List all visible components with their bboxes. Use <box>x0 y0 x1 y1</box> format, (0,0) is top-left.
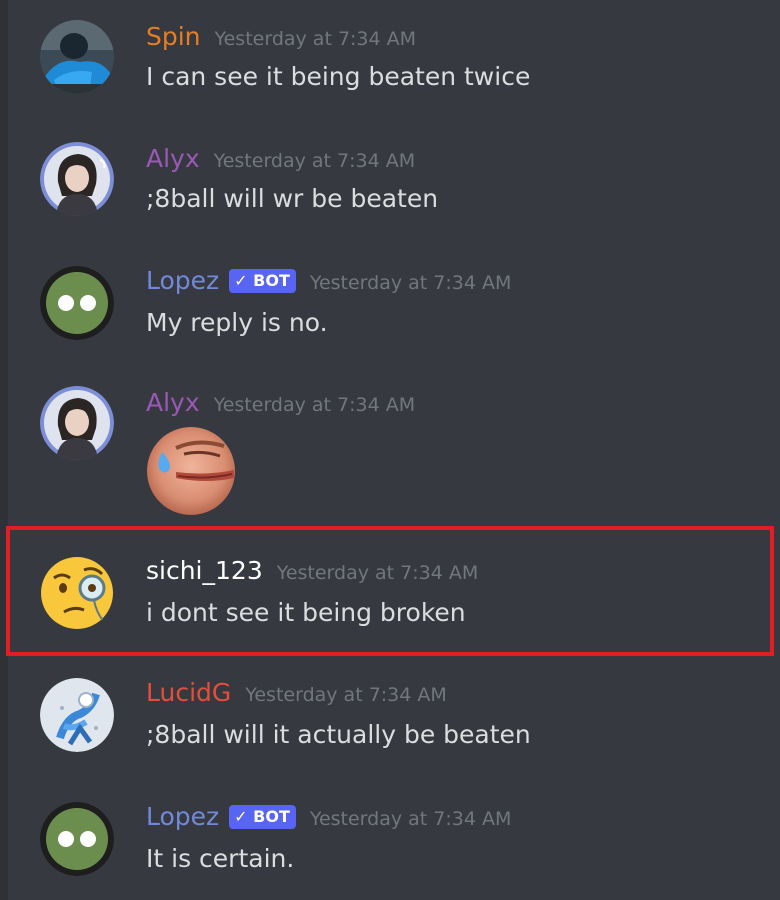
highlight-box <box>6 526 774 656</box>
lopez-bot-avatar-icon[interactable] <box>40 266 114 340</box>
message-text: I can see it being beaten twice <box>146 62 531 91</box>
alyx-avatar-icon[interactable] <box>40 386 114 460</box>
chat-message: Lopez ✓ BOT Yesterday at 7:34 AM My reply … <box>0 258 780 358</box>
lopez-bot-avatar-icon[interactable] <box>40 802 114 876</box>
username[interactable]: LucidG <box>146 678 231 707</box>
chat-message-list: Spin Yesterday at 7:34 AM I can see it be… <box>0 0 780 900</box>
lucidg-avatar-icon[interactable] <box>40 678 114 752</box>
username[interactable]: Lopez <box>146 802 219 831</box>
username[interactable]: Alyx <box>146 144 200 173</box>
timestamp: Yesterday at 7:34 AM <box>309 808 512 830</box>
message-header: Alyx Yesterday at 7:34 AM <box>146 388 415 417</box>
timestamp: Yesterday at 7:34 AM <box>213 394 416 416</box>
message-header: LucidG Yesterday at 7:34 AM <box>146 678 447 707</box>
message-header: Lopez ✓ BOT Yesterday at 7:34 AM <box>146 266 511 295</box>
message-header: Alyx Yesterday at 7:34 AM <box>146 144 415 173</box>
chat-message: Alyx Yesterday at 7:34 AM ;8ball will wr … <box>0 136 780 236</box>
chat-message: Lopez ✓ BOT Yesterday at 7:34 AM It is cer… <box>0 794 780 894</box>
timestamp: Yesterday at 7:34 AM <box>309 272 512 294</box>
username[interactable]: Alyx <box>146 388 200 417</box>
spin-avatar-icon[interactable] <box>40 20 114 94</box>
timestamp: Yesterday at 7:34 AM <box>245 684 447 706</box>
sweating-face-emoji-icon[interactable] <box>146 426 236 516</box>
chat-message: Alyx Yesterday at 7:34 AM <box>0 380 780 520</box>
chat-message: LucidG Yesterday at 7:34 AM ;8ball will i… <box>0 670 780 770</box>
message-header: Spin Yesterday at 7:34 AM <box>146 22 416 51</box>
bot-badge: ✓ BOT <box>229 805 296 829</box>
message-text: It is certain. <box>146 844 295 873</box>
message-text: My reply is no. <box>146 308 328 337</box>
username[interactable]: Spin <box>146 22 201 51</box>
alyx-avatar-icon[interactable] <box>40 142 114 216</box>
timestamp: Yesterday at 7:34 AM <box>214 28 417 50</box>
message-text: ;8ball will it actually be beaten <box>146 720 531 749</box>
chat-message: Spin Yesterday at 7:34 AM I can see it be… <box>0 14 780 114</box>
bot-badge: ✓ BOT <box>229 269 296 293</box>
message-text: ;8ball will wr be beaten <box>146 184 439 213</box>
username[interactable]: Lopez <box>146 266 219 295</box>
message-header: Lopez ✓ BOT Yesterday at 7:34 AM <box>146 802 511 831</box>
timestamp: Yesterday at 7:34 AM <box>213 150 416 172</box>
